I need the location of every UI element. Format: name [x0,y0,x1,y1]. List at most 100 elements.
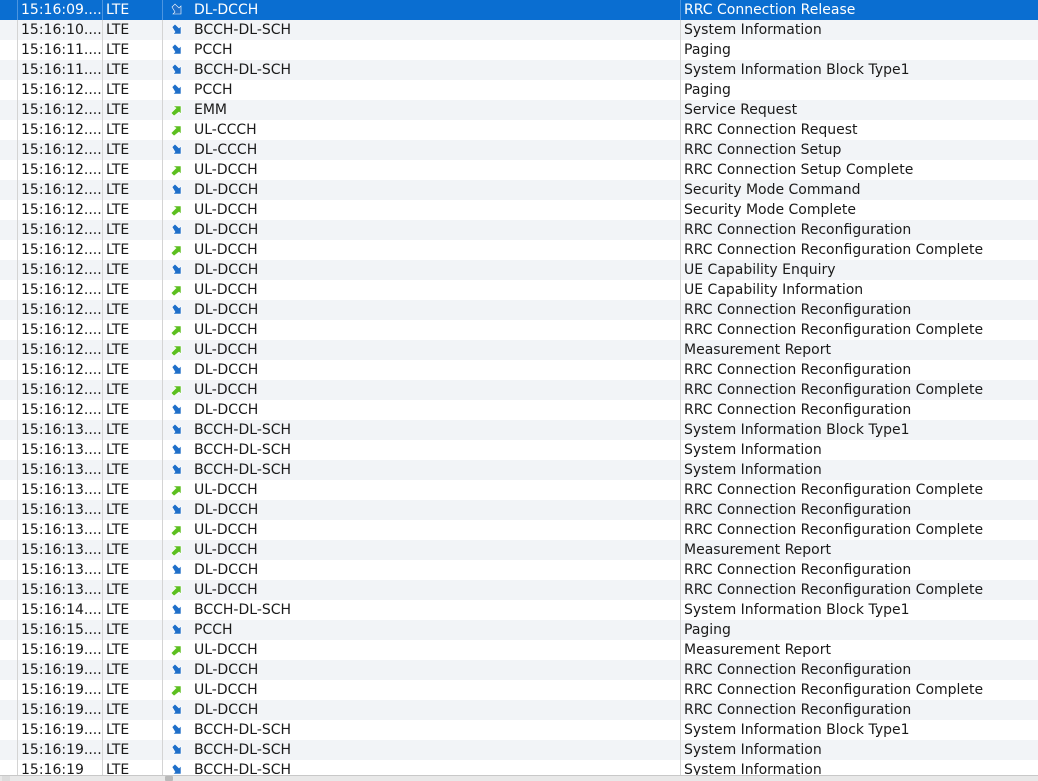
time-cell: 15:16:11.... [18,60,103,80]
table-row[interactable]: 15:16:12.... LTE UL-DCCH Measurement Report [0,340,1038,360]
message-cell: System Information [684,762,822,775]
message-cell: RRC Connection Setup [684,142,842,158]
table-row[interactable]: 15:16:12.... LTE DL-DCCH Security Mode Comm… [0,180,1038,200]
table-row[interactable]: 15:16:12.... LTE PCCH Paging [0,80,1038,100]
downlink-arrow-icon [163,40,191,60]
time-cell: 15:16:19.... [18,680,103,700]
downlink-arrow-icon [163,360,191,380]
table-row[interactable]: 15:16:13.... LTE UL-DCCH Measurement Report [0,540,1038,560]
time-cell: 15:16:12.... [18,120,103,140]
technology-cell: LTE [103,260,163,280]
time-cell: 15:16:15.... [18,620,103,640]
table-row[interactable]: 15:16:12.... LTE UL-DCCH Security Mode Comp… [0,200,1038,220]
downlink-arrow-icon [163,620,191,640]
table-row[interactable]: 15:16:15.... LTE PCCH Paging [0,620,1038,640]
downlink-arrow-icon [163,560,191,580]
downlink-arrow-icon [163,220,191,240]
downlink-arrow-icon [163,60,191,80]
message-cell: RRC Connection Reconfiguration Complete [684,482,984,498]
table-row[interactable]: 15:16:09.... LTE DL-DCCH RRC Connection Rel… [0,0,1038,20]
table-row[interactable]: 15:16:12.... LTE UL-DCCH UE Capability Info… [0,280,1038,300]
message-cell: RRC Connection Reconfiguration [684,302,912,318]
downlink-arrow-icon [163,740,191,760]
channel-cell: UL-DCCH [191,680,681,700]
table-row[interactable]: 15:16:12.... LTE DL-DCCH RRC Connection Rec… [0,220,1038,240]
table-row[interactable]: 15:16:12.... LTE UL-CCCH RRC Connection Req… [0,120,1038,140]
downlink-arrow-icon [163,300,191,320]
table-row[interactable]: 15:16:14.... LTE BCCH-DL-SCH System Informa… [0,600,1038,620]
scrollbar-thumb[interactable] [165,776,173,781]
channel-cell: DL-DCCH [191,660,681,680]
technology-cell: LTE [103,320,163,340]
message-cell: RRC Connection Reconfiguration [684,362,912,378]
scroll-left-button[interactable] [2,776,10,781]
message-cell: RRC Connection Setup Complete [684,162,914,178]
message-cell: Measurement Report [684,542,831,558]
time-cell: 15:16:13.... [18,580,103,600]
message-cell: RRC Connection Reconfiguration [684,502,912,518]
table-row[interactable]: 15:16:12.... LTE DL-DCCH RRC Connection Rec… [0,300,1038,320]
row-gutter [0,380,18,400]
table-row[interactable]: 15:16:13.... LTE UL-DCCH RRC Connection Rec… [0,520,1038,540]
technology-cell: LTE [103,660,163,680]
time-cell: 15:16:19.... [18,660,103,680]
channel-cell: DL-DCCH [191,400,681,420]
message-cell: RRC Connection Reconfiguration [684,222,912,238]
table-row[interactable]: 15:16:13.... LTE UL-DCCH RRC Connection Rec… [0,580,1038,600]
message-cell: RRC Connection Reconfiguration [684,702,912,718]
technology-cell: LTE [103,400,163,420]
time-cell: 15:16:10.... [18,20,103,40]
technology-cell: LTE [103,120,163,140]
table-row[interactable]: 15:16:11.... LTE BCCH-DL-SCH System Informa… [0,60,1038,80]
uplink-arrow-icon [163,240,191,260]
channel-cell: DL-DCCH [191,180,681,200]
table-row[interactable]: 15:16:19.... LTE BCCH-DL-SCH System Informa… [0,740,1038,760]
technology-cell: LTE [103,60,163,80]
table-row[interactable]: 15:16:13.... LTE BCCH-DL-SCH System Informa… [0,420,1038,440]
message-log-table[interactable]: 15:16:09.... LTE DL-DCCH RRC Connection Rel… [0,0,1038,775]
row-gutter [0,740,18,760]
uplink-arrow-icon [163,480,191,500]
message-cell: RRC Connection Reconfiguration Complete [684,682,984,698]
table-row[interactable]: 15:16:12.... LTE EMM Service Request [0,100,1038,120]
table-row[interactable]: 15:16:19.... LTE UL-DCCH RRC Connection Rec… [0,680,1038,700]
table-row[interactable]: 15:16:12.... LTE DL-CCCH RRC Connection Set… [0,140,1038,160]
technology-cell: LTE [103,680,163,700]
channel-cell: UL-DCCH [191,340,681,360]
table-row[interactable]: 15:16:12.... LTE DL-DCCH UE Capability Enqu… [0,260,1038,280]
table-row[interactable]: 15:16:12.... LTE UL-DCCH RRC Connection Set… [0,160,1038,180]
table-row[interactable]: 15:16:12.... LTE UL-DCCH RRC Connection Rec… [0,320,1038,340]
table-row[interactable]: 15:16:12.... LTE UL-DCCH RRC Connection Rec… [0,380,1038,400]
uplink-arrow-icon [163,100,191,120]
table-row[interactable]: 15:16:13.... LTE DL-DCCH RRC Connection Rec… [0,500,1038,520]
technology-cell: LTE [103,140,163,160]
channel-cell: DL-DCCH [191,260,681,280]
table-row[interactable]: 15:16:19.... LTE BCCH-DL-SCH System Informa… [0,720,1038,740]
message-cell: RRC Connection Reconfiguration [684,402,912,418]
horizontal-scrollbar[interactable] [0,775,1038,781]
time-cell: 15:16:12.... [18,320,103,340]
table-row[interactable]: 15:16:13.... LTE DL-DCCH RRC Connection Rec… [0,560,1038,580]
table-row[interactable]: 15:16:12.... LTE DL-DCCH RRC Connection Rec… [0,360,1038,380]
table-row[interactable]: 15:16:19.... LTE UL-DCCH Measurement Report [0,640,1038,660]
time-cell: 15:16:12.... [18,400,103,420]
row-gutter [0,260,18,280]
table-row[interactable]: 15:16:13.... LTE UL-DCCH RRC Connection Rec… [0,480,1038,500]
table-row[interactable]: 15:16:12.... LTE UL-DCCH RRC Connection Rec… [0,240,1038,260]
row-gutter [0,120,18,140]
technology-cell: LTE [103,700,163,720]
table-row[interactable]: 15:16:19.... LTE DL-DCCH RRC Connection Rec… [0,660,1038,680]
table-row[interactable]: 15:16:12.... LTE DL-DCCH RRC Connection Rec… [0,400,1038,420]
row-gutter [0,580,18,600]
table-row[interactable]: 15:16:10.... LTE BCCH-DL-SCH System Informa… [0,20,1038,40]
channel-cell: UL-DCCH [191,200,681,220]
technology-cell: LTE [103,300,163,320]
technology-cell: LTE [103,580,163,600]
table-row[interactable]: 15:16:19 LTE BCCH-DL-SCH System Information [0,760,1038,775]
table-row[interactable]: 15:16:13.... LTE BCCH-DL-SCH System Informa… [0,460,1038,480]
downlink-arrow-icon [163,140,191,160]
table-row[interactable]: 15:16:11.... LTE PCCH Paging [0,40,1038,60]
channel-cell: DL-DCCH [191,360,681,380]
table-row[interactable]: 15:16:19.... LTE DL-DCCH RRC Connection Rec… [0,700,1038,720]
table-row[interactable]: 15:16:13.... LTE BCCH-DL-SCH System Informa… [0,440,1038,460]
